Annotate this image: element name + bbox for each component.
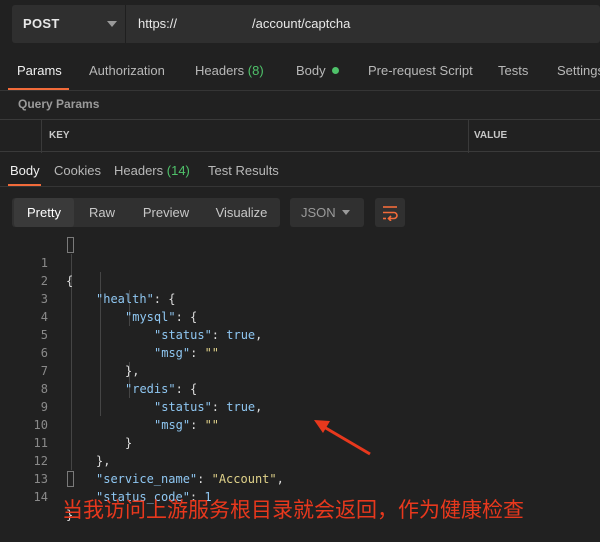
annotation-text: 当我访问上游服务根目录就会返回，作为健康检查	[62, 499, 524, 522]
annotation-arrow-icon	[314, 420, 371, 456]
